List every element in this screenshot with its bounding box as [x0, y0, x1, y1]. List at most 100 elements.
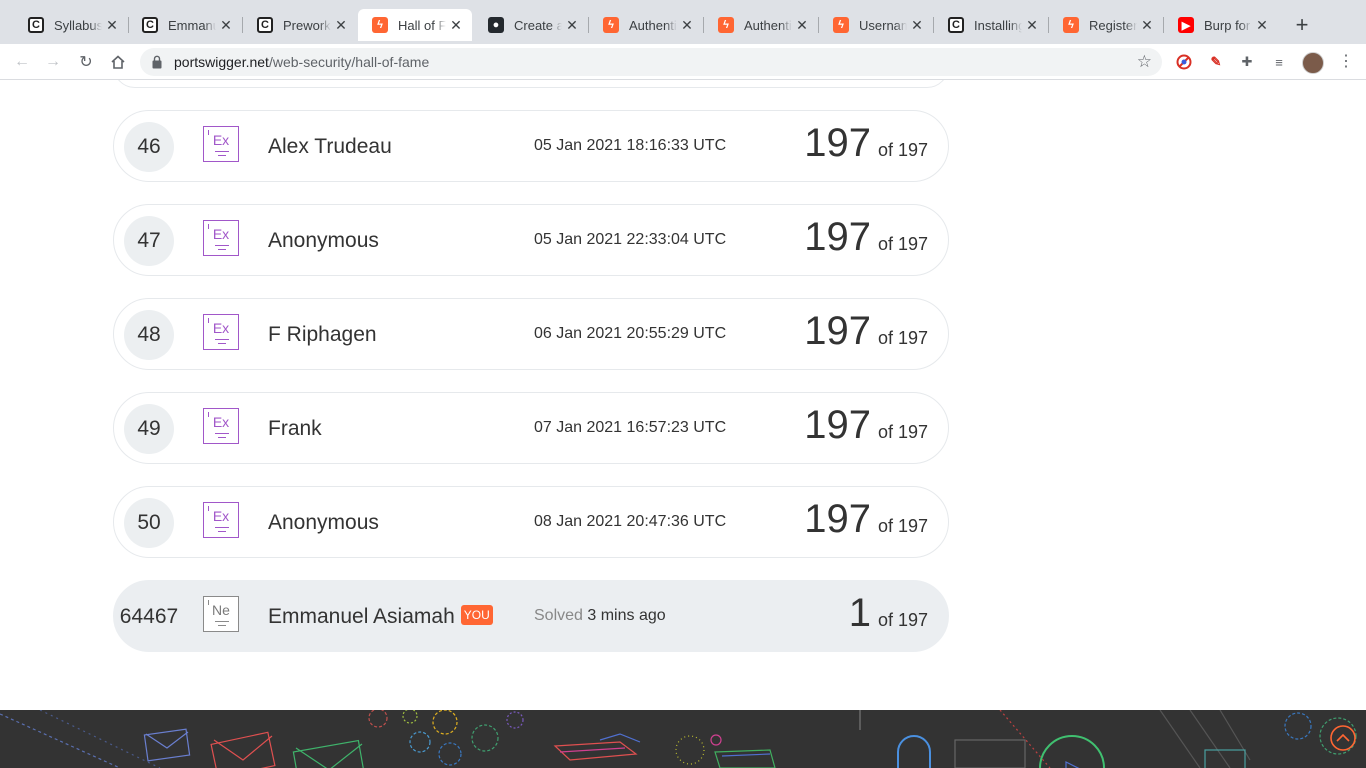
table-row: 47 Ex Anonymous 05 Jan 2021 22:33:04 UTC… [113, 204, 949, 276]
solved-count: 197 [804, 497, 871, 541]
bookmark-star-icon[interactable]: ☆ [1137, 52, 1152, 72]
close-icon[interactable]: ✕ [218, 17, 234, 34]
tab-authentication-2[interactable]: ϟ Authentic ✕ [704, 9, 819, 41]
tab-username[interactable]: ϟ Usernam ✕ [819, 9, 934, 41]
tab-syllabus[interactable]: C Syllabus ✕ [14, 9, 129, 41]
tab-title: Syllabus [54, 17, 102, 33]
close-icon[interactable]: ✕ [679, 17, 695, 34]
total-count: of 197 [877, 234, 928, 254]
solved-count: 1 [848, 591, 871, 635]
codepath-icon: C [948, 17, 964, 33]
close-icon[interactable]: ✕ [564, 17, 580, 34]
rank-number: 47 [124, 216, 174, 266]
url-path: /web-security/hall-of-fame [268, 54, 430, 70]
tab-burp[interactable]: ▶ Burp for ✕ [1164, 9, 1278, 41]
tab-prework[interactable]: C Prework ✕ [243, 9, 357, 41]
forward-button[interactable]: → [43, 52, 63, 72]
solved-status: Solved 3 mins ago [534, 607, 666, 625]
current-user-row: 64467 Ne Emmanuel Asiamah YOU Solved 3 mi… [113, 580, 949, 652]
close-icon[interactable]: ✕ [333, 17, 349, 34]
completion-time: 05 Jan 2021 18:16:33 UTC [534, 137, 727, 154]
score: 1 of 197 [849, 591, 928, 641]
codepath-icon: C [142, 17, 158, 33]
blocker-extension-icon[interactable] [1175, 53, 1193, 71]
total-count: of 197 [877, 610, 928, 630]
browser-toolbar: ← → ↻ portswigger.net/web-security/hall-… [0, 44, 1366, 80]
rank-number: 50 [124, 498, 174, 548]
total-count: of 197 [877, 422, 928, 442]
tab-title: Create a [514, 17, 562, 33]
total-count: of 197 [877, 516, 928, 536]
level-badge: Ex [203, 502, 239, 538]
tab-hall-of-fame[interactable]: ϟ Hall of Fame ✕ [358, 9, 472, 41]
back-to-top-button[interactable] [1330, 725, 1356, 751]
score: 197 of 197 [804, 121, 928, 171]
menu-kebab-icon[interactable]: ⋮ [1338, 51, 1354, 71]
level-badge: Ex [203, 314, 239, 350]
score: 197 of 197 [804, 403, 928, 453]
codepath-icon: C [28, 17, 44, 33]
tab-register[interactable]: ϟ Register ✕ [1049, 9, 1164, 41]
tab-emmanuel[interactable]: C Emmanuel ✕ [128, 9, 243, 41]
extensions-puzzle-icon[interactable]: ✚ [1238, 53, 1256, 71]
table-row: 48 Ex F Riphagen 06 Jan 2021 20:55:29 UT… [113, 298, 949, 370]
user-name: Emmanuel Asiamah [268, 605, 455, 628]
rank-number: 64467 [119, 605, 179, 628]
new-tab-button[interactable]: + [1289, 12, 1315, 38]
user-name: F Riphagen [268, 323, 377, 346]
close-icon[interactable]: ✕ [104, 17, 120, 34]
tab-title: Burp for [1204, 17, 1251, 33]
tab-strip: C Syllabus ✕ C Emmanuel ✕ C Prework ✕ ϟ … [0, 0, 1366, 44]
reload-icon: ↻ [79, 54, 93, 71]
solved-time: 3 mins ago [587, 607, 666, 624]
portswigger-icon: ϟ [833, 17, 849, 33]
level-badge: Ne [203, 596, 239, 632]
reload-button[interactable]: ↻ [76, 52, 96, 72]
tab-title: Authentic [744, 17, 792, 33]
user-name: Alex Trudeau [268, 135, 392, 158]
arrow-right-icon: → [45, 53, 61, 70]
badge-symbol: Ex [212, 320, 230, 336]
extension-red-icon[interactable]: ✎ [1207, 53, 1225, 71]
user-name: Anonymous [268, 229, 379, 252]
portswigger-icon: ϟ [603, 17, 619, 33]
tab-installing[interactable]: C Installing ✕ [934, 9, 1049, 41]
hall-of-fame-list: 46 Ex Alex Trudeau 05 Jan 2021 18:16:33 … [0, 80, 1366, 710]
rank-number: 48 [124, 310, 174, 360]
badge-symbol: Ex [212, 226, 230, 242]
solved-count: 197 [804, 215, 871, 259]
footer-banner [0, 710, 1366, 768]
rank-number: 46 [124, 122, 174, 172]
tab-authentication-1[interactable]: ϟ Authentic ✕ [589, 9, 704, 41]
footer-illustration [0, 710, 1357, 768]
close-icon[interactable]: ✕ [448, 17, 464, 34]
close-icon[interactable]: ✕ [1254, 17, 1270, 34]
user-name-wrapper: Emmanuel Asiamah YOU [268, 605, 493, 629]
table-row: 50 Ex Anonymous 08 Jan 2021 20:47:36 UTC… [113, 486, 949, 558]
tab-title: Usernam [859, 17, 907, 33]
home-button[interactable] [108, 52, 128, 72]
tab-create[interactable]: ● Create a ✕ [474, 9, 589, 41]
score: 197 of 197 [804, 497, 928, 547]
total-count: of 197 [877, 140, 928, 160]
youtube-icon: ▶ [1178, 17, 1194, 33]
close-icon[interactable]: ✕ [1139, 17, 1155, 34]
level-badge: Ex [203, 408, 239, 444]
close-icon[interactable]: ✕ [909, 17, 925, 34]
reading-list-icon[interactable]: ≡ [1270, 53, 1288, 71]
solved-label: Solved [534, 607, 583, 624]
completion-time: 06 Jan 2021 20:55:29 UTC [534, 325, 727, 342]
close-icon[interactable]: ✕ [794, 17, 810, 34]
url-host: portswigger.net [174, 54, 269, 70]
profile-avatar[interactable] [1302, 52, 1324, 74]
completion-time: 08 Jan 2021 20:47:36 UTC [534, 513, 727, 530]
badge-symbol: Ex [212, 132, 230, 148]
you-badge: YOU [460, 605, 493, 626]
badge-symbol: Ex [212, 508, 230, 524]
close-icon[interactable]: ✕ [1024, 17, 1040, 34]
back-button[interactable]: ← [12, 52, 32, 72]
tab-title: Register [1089, 17, 1137, 33]
address-bar[interactable]: portswigger.net/web-security/hall-of-fam… [140, 48, 1162, 76]
level-badge: Ex [203, 126, 239, 162]
total-count: of 197 [877, 328, 928, 348]
